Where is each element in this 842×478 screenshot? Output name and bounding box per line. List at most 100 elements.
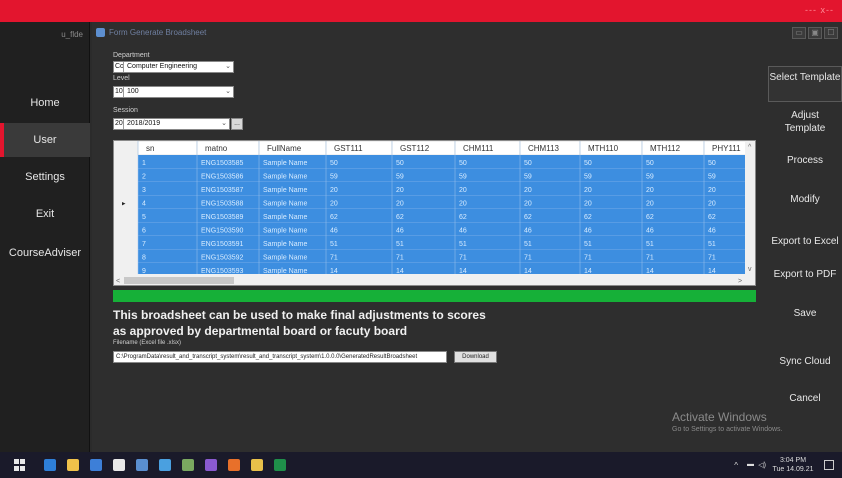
table-cell: 51 bbox=[330, 241, 338, 248]
table-cell: 20 bbox=[646, 187, 654, 194]
sync-cloud-button[interactable]: Sync Cloud bbox=[768, 355, 842, 368]
network-icon[interactable]: ▬ bbox=[747, 461, 754, 468]
excel-icon[interactable] bbox=[251, 459, 263, 471]
session-select[interactable]: 2018 2018/2019 ⌄ bbox=[113, 118, 230, 130]
download-button[interactable]: Download bbox=[454, 351, 497, 363]
table-cell: 8 bbox=[142, 255, 146, 262]
app-icon[interactable] bbox=[228, 459, 240, 471]
table-cell: 51 bbox=[524, 241, 532, 248]
table-cell: Sample Name bbox=[263, 174, 307, 181]
table-cell: ENG1503587 bbox=[201, 187, 244, 194]
clock-date: Tue 14.09.21 bbox=[772, 466, 814, 473]
sidebar-item-home[interactable]: Home bbox=[0, 86, 90, 120]
table-cell: ENG1503590 bbox=[201, 228, 244, 235]
table-cell: 50 bbox=[396, 160, 404, 167]
table-cell: 14 bbox=[330, 268, 338, 275]
form-title-bar: Form Generate Broadsheet ▭ ▣ ☐ bbox=[92, 25, 842, 43]
edge-icon[interactable] bbox=[44, 459, 56, 471]
column-header-gst112: GST112 bbox=[400, 144, 430, 153]
table-cell: 3 bbox=[142, 187, 146, 194]
firefox-icon[interactable] bbox=[205, 459, 217, 471]
table-cell: 46 bbox=[646, 228, 654, 235]
app-icon[interactable] bbox=[159, 459, 171, 471]
table-cell: 59 bbox=[646, 174, 654, 181]
department-select[interactable]: Comp Computer Engineering ⌄ bbox=[113, 61, 234, 73]
save-button[interactable]: Save bbox=[768, 307, 842, 320]
store-icon[interactable] bbox=[90, 459, 102, 471]
table-cell: Sample Name bbox=[263, 241, 307, 248]
select-template-button[interactable]: Select Template bbox=[768, 66, 842, 102]
sidebar-item-courseadviser[interactable]: CourseAdviser bbox=[0, 236, 90, 270]
table-cell: 50 bbox=[524, 160, 532, 167]
column-header-chm111: CHM111 bbox=[463, 144, 494, 153]
app-icon[interactable] bbox=[113, 459, 125, 471]
table-cell: Sample Name bbox=[263, 268, 307, 275]
table-cell: 62 bbox=[708, 214, 716, 221]
table-cell: ENG1503593 bbox=[201, 268, 244, 275]
table-cell: 62 bbox=[524, 214, 532, 221]
table-cell: Sample Name bbox=[263, 160, 307, 167]
explorer-icon[interactable] bbox=[67, 459, 79, 471]
table-cell: 59 bbox=[459, 174, 467, 181]
info-line-2: as approved by departmental board or fac… bbox=[113, 324, 408, 338]
table-cell: 50 bbox=[330, 160, 338, 167]
activate-windows-watermark: Activate Windows Go to Settings to activ… bbox=[672, 410, 783, 433]
app-icon[interactable] bbox=[274, 459, 286, 471]
table-cell: 6 bbox=[142, 228, 146, 235]
session-browse-button[interactable]: ... bbox=[231, 118, 243, 130]
table-cell: 46 bbox=[584, 228, 592, 235]
process-button[interactable]: Process bbox=[768, 154, 842, 167]
table-cell: Sample Name bbox=[263, 187, 307, 194]
horizontal-scroll-thumb bbox=[124, 277, 234, 284]
visual-studio-icon[interactable] bbox=[182, 459, 194, 471]
table-cell: 4 bbox=[142, 201, 146, 208]
export-excel-button[interactable]: Export to Excel bbox=[768, 235, 842, 248]
modify-button[interactable]: Modify bbox=[768, 193, 842, 206]
chevron-down-icon: ⌄ bbox=[225, 88, 231, 95]
level-label: Level bbox=[113, 75, 130, 82]
table-cell: Sample Name bbox=[263, 255, 307, 262]
username: u_flde bbox=[61, 30, 83, 39]
table-cell: 20 bbox=[584, 187, 592, 194]
restore-button[interactable]: ☐ bbox=[824, 27, 838, 39]
table-cell: 59 bbox=[330, 174, 338, 181]
form-window-controls: ▭ ▣ ☐ bbox=[792, 27, 838, 39]
title-bar-controls[interactable]: --- x-- bbox=[805, 5, 834, 15]
sidebar-item-user[interactable]: User bbox=[0, 123, 90, 157]
table-cell: 59 bbox=[708, 174, 716, 181]
broadsheet-grid[interactable]: sn matno FullName GST111 GST112 CHM111 CHM113 M… bbox=[113, 140, 756, 286]
table-cell: 20 bbox=[459, 187, 467, 194]
table-cell: 20 bbox=[396, 187, 404, 194]
table-cell: Sample Name bbox=[263, 201, 307, 208]
column-header-phy111: PHY111 bbox=[712, 144, 741, 153]
cancel-button[interactable]: Cancel bbox=[768, 392, 842, 405]
table-cell: 51 bbox=[459, 241, 467, 248]
clock[interactable]: 3:04 PM Tue 14.09.21 bbox=[770, 456, 816, 474]
level-code: 100 bbox=[115, 87, 124, 97]
filename-input[interactable]: C:\ProgramData\result_and_transcript_sys… bbox=[113, 351, 447, 363]
sidebar-item-settings[interactable]: Settings bbox=[0, 160, 90, 194]
adjust-template-button[interactable]: Adjust Template bbox=[770, 109, 840, 135]
table-cell: 71 bbox=[524, 255, 532, 262]
column-header-gst111: GST111 bbox=[334, 144, 363, 153]
volume-icon[interactable]: ◁) bbox=[758, 461, 766, 469]
minimize-button[interactable]: ▭ bbox=[792, 27, 806, 39]
export-pdf-button[interactable]: Export to PDF bbox=[768, 268, 842, 281]
sidebar-item-exit[interactable]: Exit bbox=[0, 197, 90, 231]
table-cell: 50 bbox=[584, 160, 592, 167]
tray-chevron-up-icon[interactable]: ^ bbox=[734, 461, 738, 470]
table-cell: 7 bbox=[142, 241, 146, 248]
level-select[interactable]: 100 100 ⌄ bbox=[113, 86, 234, 98]
select-template-label: Select Template bbox=[769, 72, 841, 83]
table-cell: 46 bbox=[459, 228, 467, 235]
notification-icon[interactable] bbox=[824, 460, 834, 470]
activate-subtitle: Go to Settings to activate Windows. bbox=[672, 426, 783, 433]
vertical-scrollbar bbox=[745, 141, 755, 274]
table-cell: 62 bbox=[459, 214, 467, 221]
table-cell: 20 bbox=[524, 187, 532, 194]
table-cell: 50 bbox=[459, 160, 467, 167]
progress-fill bbox=[113, 290, 756, 302]
windows-start-icon[interactable] bbox=[14, 459, 26, 471]
maximize-button[interactable]: ▣ bbox=[808, 27, 822, 39]
app-icon[interactable] bbox=[136, 459, 148, 471]
